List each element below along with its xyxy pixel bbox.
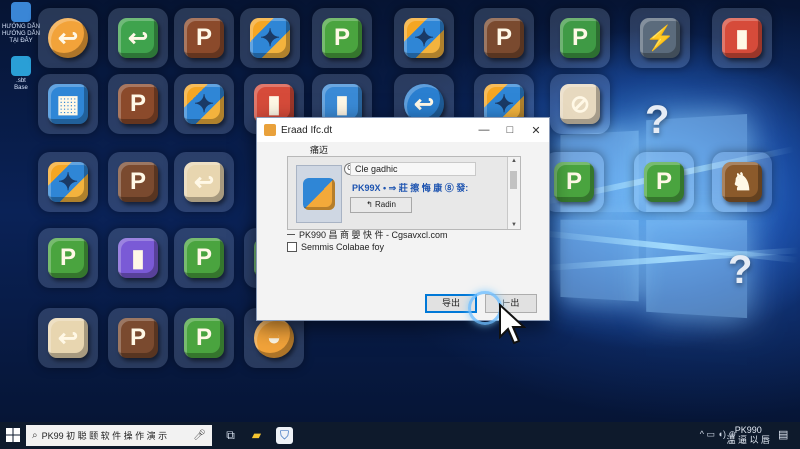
desktop-app-tile[interactable]: ▮ <box>108 228 168 288</box>
microphone-icon[interactable]: 🎤︎ <box>193 430 206 441</box>
desktop-app-tile[interactable]: ✦ <box>174 74 234 134</box>
puzzle-icon: ✦ <box>48 162 88 202</box>
taskbar: ⌕ PK99 初 聪 颐 软 件 操 作 演 示 🎤︎ ⧉ ▰ ⛉ ^ ▭ ◖)… <box>0 422 800 449</box>
horse-icon: ♞ <box>722 162 762 202</box>
preview-name-field[interactable]: Cle gadhic <box>350 162 476 176</box>
desktop-app-tile[interactable]: ✦ <box>240 8 300 68</box>
arrow-icon: ↩ <box>48 18 88 58</box>
letter-p-icon: P <box>184 238 224 278</box>
desktop-shortcut[interactable]: .sbt Base <box>0 56 42 92</box>
letter-p-icon: P <box>118 162 158 202</box>
desktop-app-tile[interactable]: P <box>108 152 168 212</box>
shortcut-icon <box>11 2 31 22</box>
dialog-titlebar[interactable]: Eraad Ifc.dt — □ ✕ <box>257 118 549 142</box>
desktop-app-tile[interactable]: P <box>174 308 234 368</box>
panel-heading: 痛迈 <box>310 145 329 155</box>
desktop-app-tile[interactable]: ↩ <box>38 8 98 68</box>
letter-p-icon: P <box>484 18 524 58</box>
store-icon[interactable]: ⛉ <box>276 427 293 444</box>
dialog-window: Eraad Ifc.dt — □ ✕ 痛迈 O Cle gadhic PK99X… <box>256 117 550 321</box>
search-text: PK99 初 聪 颐 软 件 操 作 演 示 <box>41 431 168 441</box>
option-row-text: Semmis Colabae foy <box>301 242 385 252</box>
desktop-app-tile[interactable]: ♞ <box>712 152 772 212</box>
desktop-app-tile[interactable]: P <box>174 8 234 68</box>
option-row[interactable]: Semmis Colabae foy <box>287 242 384 252</box>
scroll-down-icon[interactable]: ▼ <box>508 222 520 228</box>
task-view-icon[interactable]: ⧉ <box>222 427 239 444</box>
desktop-app-tile[interactable]: ⚡ <box>630 8 690 68</box>
desktop-app-tile[interactable]: P <box>474 8 534 68</box>
letter-p-icon: P <box>644 162 684 202</box>
desktop-app-tile[interactable]: P <box>108 308 168 368</box>
letter-p-icon: P <box>184 318 224 358</box>
desktop-app-tile[interactable]: P <box>108 74 168 134</box>
desktop-shortcut[interactable]: HƯỚNG DẪN HƯỚNG DẪN TẠI ĐÂY <box>0 2 42 45</box>
desktop-app-tile[interactable]: ↩ <box>108 8 168 68</box>
maximize-icon[interactable]: □ <box>497 124 523 137</box>
letter-p-icon: P <box>48 238 88 278</box>
dialog-title: Eraad Ifc.dt <box>281 124 333 136</box>
square-icon: ▮ <box>118 238 158 278</box>
desktop-app-tile[interactable]: P <box>634 152 694 212</box>
question-mark-icon: ? <box>645 98 670 142</box>
desktop-app-tile[interactable]: ▦ <box>38 74 98 134</box>
desktop-app-tile[interactable]: ✦ <box>38 152 98 212</box>
puzzle-icon: ✦ <box>250 18 290 58</box>
search-icon: ⌕ <box>32 430 38 441</box>
desktop-app-tile[interactable]: P <box>550 8 610 68</box>
minimize-icon[interactable]: — <box>471 124 497 137</box>
taskbar-search[interactable]: ⌕ PK99 初 聪 颐 软 件 操 作 演 示 🎤︎ <box>26 425 212 446</box>
shortcut-label: HƯỚNG DẪN HƯỚNG DẪN TẠI ĐÂY <box>2 24 40 44</box>
close-icon[interactable]: ✕ <box>523 124 549 137</box>
letter-p-icon: P <box>118 318 158 358</box>
letter-p-icon: P <box>118 84 158 124</box>
info-row-text: PK990 昌 商 嬰 快 件 - Cgsavxcl.com <box>299 230 448 240</box>
no-icon: ⊘ <box>560 84 600 124</box>
shortcut-icon <box>11 56 31 76</box>
question-mark-icon: ? <box>728 248 753 292</box>
grid-icon: ▦ <box>48 84 88 124</box>
desktop-app-tile[interactable]: P <box>312 8 372 68</box>
panel-scrollbar[interactable]: ▲ ▼ <box>507 157 520 229</box>
app-icon <box>264 124 276 136</box>
desktop: HƯỚNG DẪN HƯỚNG DẪN TẠI ĐÂY .sbt Base ↩ ↩ P… <box>0 0 800 422</box>
preview-description: PK99X • ⇒ 莊 擦 悔 康 ⑧ 發: <box>352 183 469 193</box>
desktop-app-tile[interactable]: P <box>174 228 234 288</box>
puzzle-icon: ✦ <box>184 84 224 124</box>
preview-action-button[interactable]: ↰ Radin <box>350 197 412 213</box>
mouse-cursor-icon <box>499 303 526 345</box>
clock-time: PK990 <box>734 425 762 435</box>
puzzle-icon: ✦ <box>404 18 444 58</box>
file-explorer-icon[interactable]: ▰ <box>248 427 265 444</box>
preview-panel: 痛迈 O Cle gadhic PK99X • ⇒ 莊 擦 悔 康 ⑧ 發: ↰… <box>287 145 521 230</box>
shortcut-label: .sbt Base <box>14 78 28 91</box>
notification-icon[interactable]: ▤ <box>778 428 792 442</box>
click-indicator <box>468 291 502 325</box>
circle-icon: ◒ <box>254 318 294 358</box>
desktop-app-tile[interactable]: ▮ <box>712 8 772 68</box>
scroll-up-icon[interactable]: ▲ <box>508 158 520 164</box>
desktop-app-tile[interactable]: ✦ <box>394 8 454 68</box>
checkbox[interactable] <box>287 242 297 252</box>
letter-p-icon: P <box>560 18 600 58</box>
letter-p-icon: P <box>184 18 224 58</box>
arrow-icon: ↩ <box>48 318 88 358</box>
desktop-app-tile[interactable]: ↩ <box>38 308 98 368</box>
windows-start-icon[interactable] <box>6 428 20 442</box>
square-icon: ▮ <box>722 18 762 58</box>
arrow-icon: ↩ <box>184 162 224 202</box>
info-row: PK990 昌 商 嬰 快 件 - Cgsavxcl.com <box>287 228 448 241</box>
preview-app-icon <box>296 165 342 223</box>
desktop-app-tile[interactable]: ⊘ <box>550 74 610 134</box>
desktop-app-tile[interactable]: ↩ <box>174 152 234 212</box>
desktop-app-tile[interactable]: P <box>38 228 98 288</box>
letter-p-icon: P <box>322 18 362 58</box>
clock[interactable]: PK990 温 逼 以 唇 <box>726 425 770 445</box>
letter-p-icon: P <box>554 162 594 202</box>
lightning-icon: ⚡ <box>640 18 680 58</box>
clock-date: 温 逼 以 唇 <box>726 435 770 445</box>
arrow-icon: ↩ <box>118 18 158 58</box>
desktop-app-tile[interactable]: P <box>544 152 604 212</box>
